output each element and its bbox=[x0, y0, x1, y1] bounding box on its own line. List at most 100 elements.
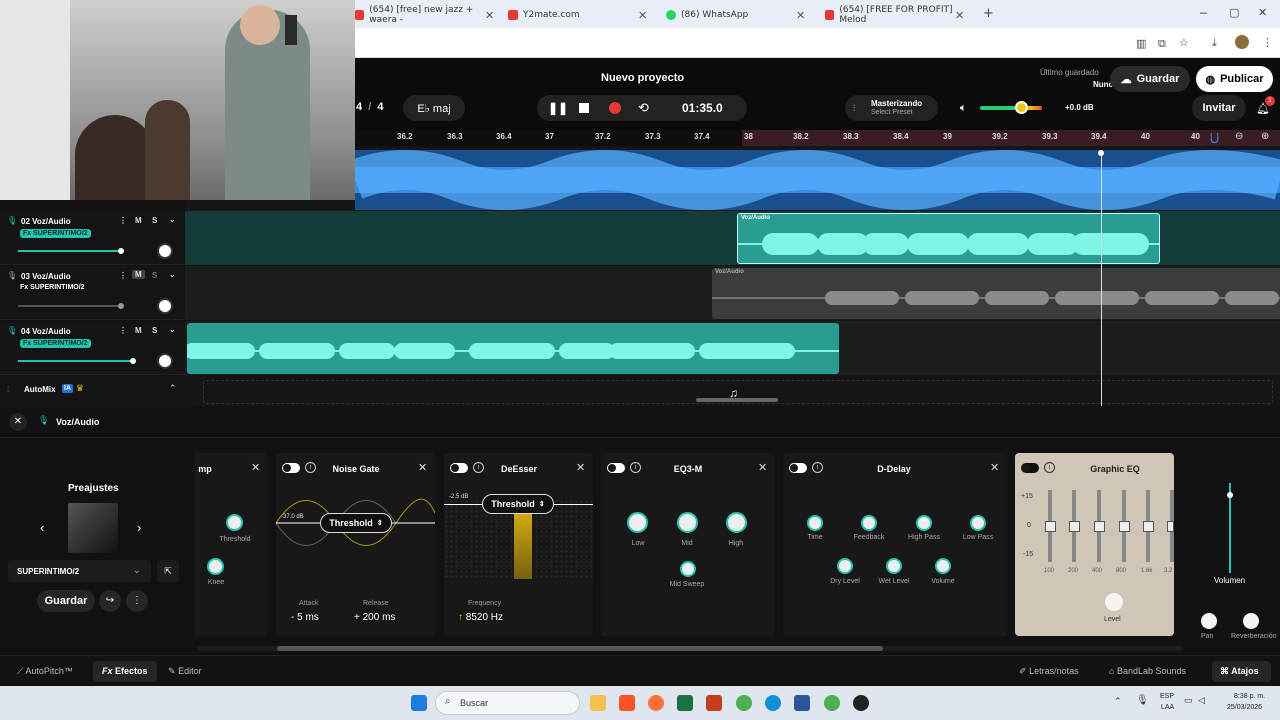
eq-fader-handle[interactable] bbox=[1119, 521, 1130, 532]
mute-button[interactable]: M bbox=[135, 216, 142, 225]
zoom-in-icon[interactable]: ⊕ bbox=[1261, 131, 1269, 142]
track-name[interactable]: 03 Voz/Audio bbox=[21, 272, 71, 281]
time-signature[interactable]: 4 / 4 bbox=[356, 101, 383, 113]
audio-clip-muted[interactable]: Voz/Audio bbox=[712, 268, 1280, 319]
pan-knob[interactable] bbox=[157, 353, 173, 369]
pan-knob[interactable] bbox=[1201, 613, 1217, 629]
track-volume-slider[interactable] bbox=[18, 305, 123, 307]
speaker-icon[interactable]: 🔈︎ bbox=[960, 102, 967, 115]
zoom-out-icon[interactable]: ⊖ bbox=[1235, 131, 1243, 142]
track-04-header[interactable]: 🎙︎ 04 Voz/Audio Fx SUPERINTIMO/2 ⋮ M S ⌄ bbox=[0, 321, 185, 375]
new-tab-button[interactable]: + bbox=[983, 6, 994, 21]
profile-avatar[interactable] bbox=[1235, 35, 1249, 49]
close-plugin-icon[interactable]: ✕ bbox=[251, 461, 260, 474]
network-icon[interactable]: ▭ bbox=[1184, 695, 1193, 706]
fx-chip[interactable]: Fx SUPERINTIMO/2 bbox=[20, 229, 91, 238]
plugin-toggle[interactable] bbox=[450, 463, 468, 473]
more-icon[interactable]: ⋮ bbox=[119, 271, 127, 280]
powerpoint-icon[interactable] bbox=[706, 695, 722, 711]
loop-button[interactable]: ⟲ bbox=[638, 100, 649, 116]
panel-resize-handle[interactable] bbox=[696, 398, 778, 402]
project-title[interactable]: Nuevo proyecto bbox=[601, 72, 684, 84]
info-icon[interactable]: i bbox=[630, 462, 641, 473]
close-plugin-icon[interactable]: ✕ bbox=[758, 461, 767, 474]
chevron-down-icon[interactable]: ⌄ bbox=[169, 325, 176, 334]
info-icon[interactable]: i bbox=[473, 462, 484, 473]
taskbar-search[interactable]: ⌕ Buscar bbox=[435, 691, 580, 715]
track-02-header[interactable]: 🎙︎ 02 Voz/Audio Fx SUPERINTIMO/2 ⋮ M S ⌄ bbox=[0, 211, 185, 265]
close-tab-icon[interactable]: ✕ bbox=[485, 9, 494, 22]
eq-fader-handle[interactable] bbox=[1167, 521, 1174, 532]
chevron-down-icon[interactable]: ⌄ bbox=[169, 270, 176, 279]
magnet-snap-icon[interactable]: ⋃ bbox=[1210, 131, 1219, 144]
bookmark-star-icon[interactable]: ☆ bbox=[1179, 36, 1189, 49]
threshold-knob[interactable] bbox=[226, 514, 243, 531]
feedback-knob[interactable] bbox=[861, 515, 877, 531]
info-icon[interactable]: i bbox=[812, 462, 823, 473]
solo-button[interactable]: S bbox=[152, 271, 157, 280]
browser-tab[interactable]: Y2mate.com ✕ bbox=[508, 4, 656, 26]
sidebar-icon[interactable]: ▥ bbox=[1136, 37, 1146, 50]
timeline-ruler[interactable]: 36.2 36.3 36.4 37 37.2 37.3 37.4 38 38.2… bbox=[355, 130, 1280, 146]
wet-level-knob[interactable] bbox=[886, 558, 902, 574]
level-knob[interactable] bbox=[1105, 593, 1123, 611]
editor-tab[interactable]: ✎ Editor bbox=[168, 666, 202, 677]
chevron-up-icon[interactable]: ⌃ bbox=[1114, 696, 1122, 707]
clock-time[interactable]: 8:38 p. m. bbox=[1234, 693, 1265, 700]
volume-handle[interactable] bbox=[130, 358, 136, 364]
volume-icon[interactable]: ◁ bbox=[1198, 695, 1205, 706]
release-value[interactable]: + 200 ms bbox=[354, 612, 395, 623]
audio-clip[interactable] bbox=[187, 323, 839, 374]
key-selector[interactable]: E♭ maj bbox=[403, 95, 465, 121]
master-volume-handle[interactable] bbox=[1015, 101, 1028, 114]
edge-icon[interactable] bbox=[765, 695, 781, 711]
plugin-toggle[interactable] bbox=[282, 463, 300, 473]
plugin-toggle[interactable] bbox=[1021, 463, 1039, 473]
mute-button[interactable]: M bbox=[132, 270, 145, 279]
effects-scrollbar-thumb[interactable] bbox=[277, 646, 883, 651]
save-preset-button[interactable]: Guardar bbox=[37, 590, 95, 612]
close-panel-button[interactable]: ✕ bbox=[9, 413, 27, 431]
obs-icon[interactable] bbox=[853, 695, 869, 711]
close-window-button[interactable]: ✕ bbox=[1258, 6, 1267, 19]
save-button[interactable]: ☁ Guardar bbox=[1110, 66, 1190, 92]
solo-button[interactable]: S bbox=[152, 216, 157, 225]
knee-knob[interactable] bbox=[207, 558, 224, 575]
collapse-icon[interactable]: ⇱ bbox=[157, 560, 179, 582]
plugin-toggle[interactable] bbox=[789, 463, 807, 473]
info-icon[interactable]: i bbox=[1044, 462, 1055, 473]
volume-handle[interactable] bbox=[118, 248, 124, 254]
language-top[interactable]: ESP bbox=[1160, 693, 1174, 700]
automix-label[interactable]: AutoMix bbox=[24, 385, 56, 394]
invite-button[interactable]: Invitar bbox=[1192, 95, 1246, 121]
more-icon[interactable]: ⋮ bbox=[119, 326, 127, 335]
track-volume-slider[interactable] bbox=[18, 360, 133, 362]
eq-fader-handle[interactable] bbox=[1143, 521, 1154, 532]
track-name[interactable]: 02 Voz/Audio bbox=[21, 217, 71, 226]
volume-knob[interactable] bbox=[935, 558, 951, 574]
low-knob[interactable] bbox=[627, 512, 648, 533]
threshold-handle[interactable]: Threshold ⇕ bbox=[482, 494, 554, 514]
more-icon[interactable]: ⋮ bbox=[126, 590, 148, 612]
mastering-button[interactable]: ⫶ Masterizando Select Preset bbox=[845, 95, 938, 121]
record-button[interactable] bbox=[609, 102, 621, 114]
windows-start-icon[interactable] bbox=[411, 695, 427, 711]
fx-chip[interactable]: Fx SUPERINTIMO/2 bbox=[20, 284, 85, 291]
chevron-right-icon[interactable]: › bbox=[137, 520, 141, 535]
mute-button[interactable]: M bbox=[135, 326, 142, 335]
word-icon[interactable] bbox=[794, 695, 810, 711]
reverb-knob[interactable] bbox=[1243, 613, 1259, 629]
eq-fader-handle[interactable] bbox=[1045, 521, 1056, 532]
close-plugin-icon[interactable]: ✕ bbox=[418, 461, 427, 474]
file-explorer-icon[interactable] bbox=[590, 695, 606, 711]
close-tab-icon[interactable]: ✕ bbox=[796, 9, 805, 22]
high-knob[interactable] bbox=[726, 512, 747, 533]
solo-button[interactable]: S bbox=[152, 326, 157, 335]
threshold-handle[interactable]: Threshold ⇕ bbox=[320, 513, 392, 533]
track-volume-slider[interactable] bbox=[18, 250, 123, 252]
lyrics-button[interactable]: ✐ Letras/notas bbox=[1019, 666, 1079, 677]
close-plugin-icon[interactable]: ✕ bbox=[990, 461, 999, 474]
audio-clip[interactable]: Voz/Audio bbox=[737, 213, 1160, 264]
low-pass-knob[interactable] bbox=[970, 515, 986, 531]
close-plugin-icon[interactable]: ✕ bbox=[576, 461, 585, 474]
